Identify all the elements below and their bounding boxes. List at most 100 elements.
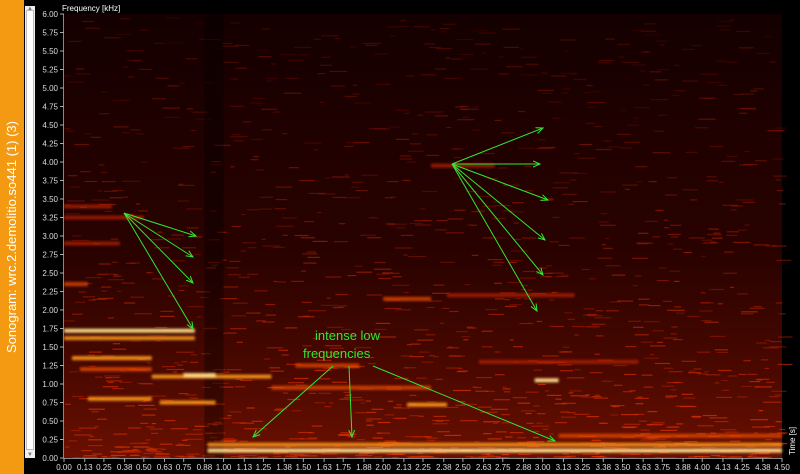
- spectrogram-speckle: [307, 256, 320, 258]
- spectrogram-speckle: [561, 88, 571, 90]
- spectrogram-speckle: [649, 345, 666, 347]
- spectrogram-speckle: [541, 92, 553, 94]
- spectrogram-speckle: [255, 320, 266, 322]
- spectrogram-speckle: [656, 279, 669, 282]
- x-tick-label: 3.25: [575, 463, 591, 472]
- spectrogram-speckle: [124, 451, 142, 453]
- spectrogram-speckle: [235, 67, 247, 69]
- spectrogram-speckle: [273, 409, 283, 411]
- spectrogram-speckle: [701, 239, 713, 241]
- spectrogram-speckle: [223, 61, 239, 63]
- spectrogram-speckle: [755, 160, 767, 162]
- energy-band: [87, 396, 152, 401]
- spectrogram-speckle: [769, 341, 782, 343]
- spectrogram-speckle: [751, 453, 758, 455]
- spectrogram-speckle: [623, 391, 633, 393]
- spectrogram-speckle: [643, 453, 652, 455]
- spectrogram-speckle: [712, 237, 723, 239]
- spectrogram-speckle: [624, 141, 640, 143]
- spectrogram-speckle: [185, 433, 203, 435]
- spectrogram-speckle: [146, 448, 163, 450]
- spectrogram-speckle: [184, 438, 203, 440]
- spectrogram-speckle: [374, 268, 392, 270]
- spectrogram-speckle: [445, 406, 459, 408]
- spectrogram-speckle: [179, 183, 184, 185]
- spectrogram-speckle: [232, 134, 240, 136]
- spectrogram-speckle: [594, 317, 612, 319]
- x-tick-label: 1.25: [256, 463, 272, 472]
- spectrogram-speckle: [487, 454, 494, 456]
- spectrogram-speckle: [68, 81, 85, 83]
- spectrogram-speckle: [350, 186, 359, 188]
- spectrogram-speckle: [363, 42, 381, 45]
- spectrogram-speckle: [561, 92, 569, 94]
- spectrogram-speckle: [697, 351, 711, 353]
- spectrogram-speckle: [373, 53, 389, 55]
- spectrogram-speckle: [291, 280, 304, 282]
- spectrogram-speckle: [591, 439, 601, 441]
- spectrogram-speckle: [771, 245, 787, 247]
- spectrogram-speckle: [418, 456, 434, 458]
- spectrogram-speckle: [385, 223, 395, 225]
- spectrogram-speckle: [541, 72, 548, 74]
- spectrogram-speckle: [539, 146, 556, 149]
- spectrogram-speckle: [753, 306, 762, 308]
- spectrogram-speckle: [418, 351, 430, 353]
- spectrogram-speckle: [112, 189, 124, 192]
- spectrogram-speckle: [697, 425, 714, 427]
- y-tick-label: 0.25: [42, 436, 58, 445]
- x-tick-label: 2.63: [476, 463, 492, 472]
- spectrogram-speckle: [549, 433, 555, 435]
- spectrogram-speckle: [648, 438, 667, 440]
- spectrogram-speckle: [713, 232, 721, 234]
- spectrogram-speckle: [775, 302, 783, 304]
- spectrogram-speckle: [650, 354, 655, 356]
- spectrogram-speckle: [472, 106, 480, 108]
- spectrogram-speckle: [463, 339, 469, 341]
- spectrogram-speckle: [359, 234, 376, 236]
- spectrogram-speckle: [710, 241, 716, 243]
- spectrogram-speckle: [636, 181, 642, 183]
- x-tick-label: 3.75: [655, 463, 671, 472]
- spectrogram-speckle: [598, 62, 612, 64]
- spectrogram-speckle: [675, 405, 693, 407]
- spectrogram-speckle: [572, 201, 588, 203]
- spectrogram-speckle: [471, 129, 480, 131]
- spectrogram-speckle: [94, 426, 99, 428]
- spectrogram-speckle: [312, 240, 328, 242]
- spectrogram-speckle: [467, 327, 477, 329]
- spectrogram-speckle: [740, 93, 755, 95]
- spectrogram-speckle: [605, 38, 615, 40]
- spectrogram-speckle: [702, 455, 710, 458]
- spectrogram-speckle: [501, 132, 515, 134]
- spectrogram-speckle: [758, 410, 763, 412]
- spectrogram-speckle: [671, 94, 680, 96]
- spectrogram-speckle: [287, 59, 305, 61]
- spectrogram-speckle: [354, 265, 363, 267]
- x-tick-label: 4.00: [694, 463, 710, 472]
- spectrogram-speckle: [233, 140, 245, 142]
- spectrogram-speckle: [368, 217, 378, 219]
- spectrogram-speckle: [440, 261, 455, 263]
- spectrogram-speckle: [638, 232, 649, 234]
- spectrogram-speckle: [320, 64, 332, 66]
- spectrogram-speckle: [502, 28, 520, 30]
- energy-band: [64, 241, 120, 246]
- spectrogram-speckle: [620, 414, 639, 416]
- spectrogram-speckle: [669, 270, 681, 272]
- spectrogram-speckle: [694, 456, 704, 458]
- spectrogram-speckle: [145, 439, 151, 441]
- spectrogram-speckle: [367, 237, 381, 239]
- spectrogram-speckle: [222, 437, 235, 440]
- spectrogram-speckle: [384, 414, 395, 416]
- spectrogram-speckle: [329, 70, 348, 73]
- spectrogram-speckle: [475, 390, 489, 392]
- spectrogram-speckle: [443, 23, 457, 25]
- spectrogram-speckle: [141, 414, 156, 416]
- spectrogram-speckle: [693, 368, 702, 370]
- spectrogram-speckle: [606, 310, 619, 312]
- spectrogram-speckle: [634, 107, 651, 109]
- spectrogram-speckle: [151, 423, 156, 425]
- spectrogram-speckle: [493, 422, 498, 424]
- spectrogram-speckle: [361, 174, 379, 176]
